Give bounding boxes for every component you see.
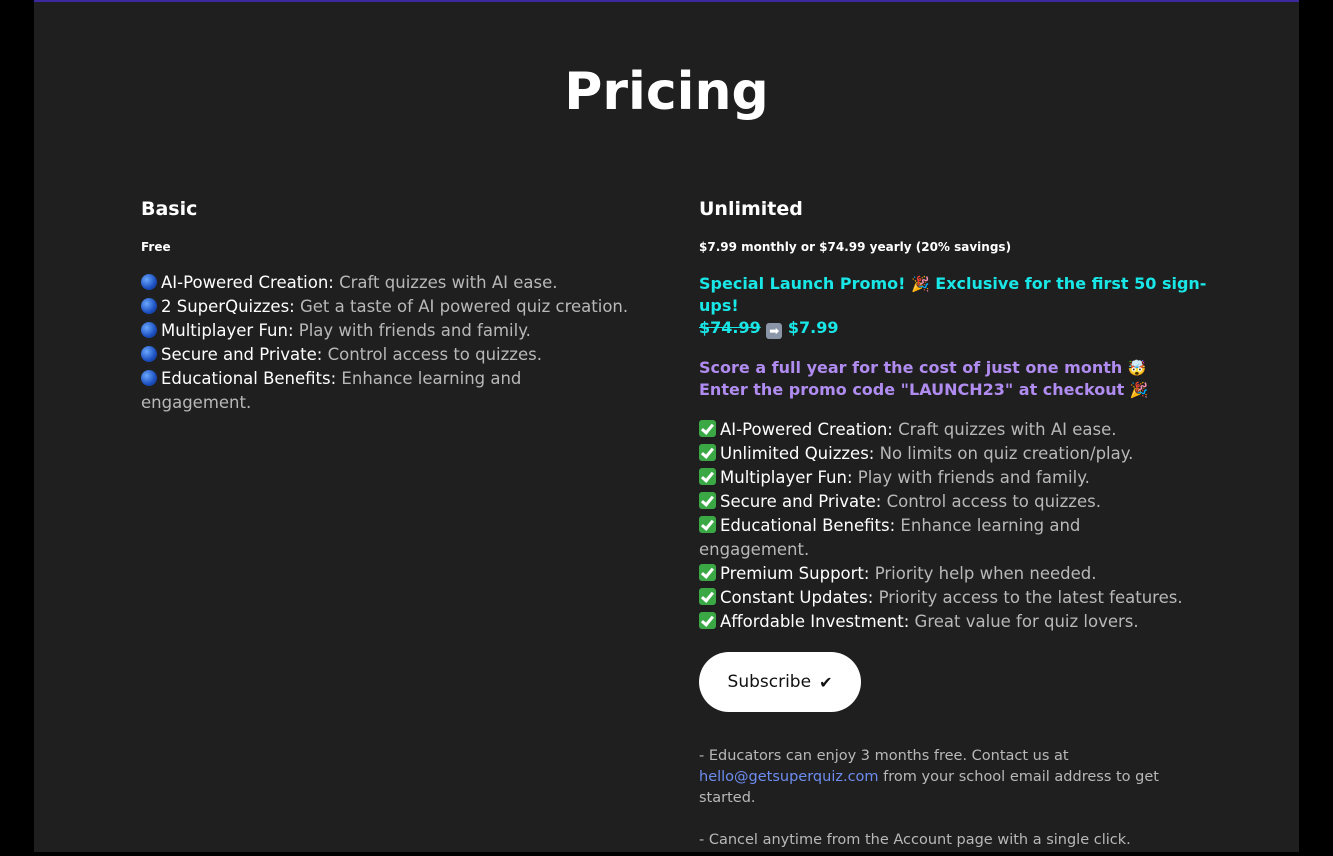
list-item: Affordable Investment: Great value for q… [699, 610, 1219, 634]
plan-notes: - Educators can enjoy 3 months free. Con… [699, 746, 1169, 851]
check-mark-icon [699, 612, 716, 629]
plan-price-unlimited: $7.99 monthly or $74.99 yearly (20% savi… [699, 240, 1012, 254]
check-mark-icon [699, 516, 716, 533]
list-item: Constant Updates: Priority access to the… [699, 586, 1219, 610]
check-mark-icon [699, 420, 716, 437]
list-item: Secure and Private: Control access to qu… [699, 490, 1219, 514]
list-item: Educational Benefits: Enhance learning a… [141, 369, 522, 412]
subscribe-button[interactable]: Subscribe ✔ [699, 652, 861, 712]
blue-circle-icon [141, 298, 157, 314]
list-item: AI-Powered Creation: Craft quizzes with … [699, 418, 1219, 442]
plan-unlimited: Unlimited $7.99 monthly or $74.99 yearly… [699, 197, 1219, 851]
subscribe-label: Subscribe [727, 672, 812, 692]
educator-note: - Educators can enjoy 3 months free. Con… [699, 748, 1159, 806]
plan-basic: Basic Free AI-Powered Creation: Craft qu… [141, 197, 641, 415]
list-item: Multiplayer Fun: Play with friends and f… [141, 319, 641, 343]
plan-price-basic: Free [141, 240, 171, 254]
plan-name-unlimited: Unlimited [699, 198, 803, 220]
blue-circle-icon [141, 274, 157, 290]
plan-name-basic: Basic [141, 198, 198, 220]
old-price: $74.99 [699, 318, 761, 337]
promo-banner: Special Launch Promo! 🎉 Exclusive for th… [699, 274, 1207, 339]
check-mark-icon [699, 444, 716, 461]
check-icon: ✔ [819, 672, 833, 692]
blue-circle-icon [141, 322, 157, 338]
list-item: Unlimited Quizzes: No limits on quiz cre… [699, 442, 1219, 466]
mind-blown-icon: 🤯 [1127, 359, 1147, 377]
feature-list-unlimited: AI-Powered Creation: Craft quizzes with … [699, 418, 1219, 634]
list-item: Educational Benefits: Enhance learning a… [699, 516, 1081, 559]
party-popper-icon: 🎉 [911, 275, 930, 293]
blue-circle-icon [141, 370, 157, 386]
list-item: 2 SuperQuizzes: Get a taste of AI powere… [141, 295, 641, 319]
promo-code-note: Score a full year for the cost of just o… [699, 358, 1149, 399]
feature-list-basic: AI-Powered Creation: Craft quizzes with … [141, 271, 641, 415]
right-arrow-icon: ➡ [766, 323, 783, 339]
new-price: $7.99 [782, 318, 839, 337]
list-item: Secure and Private: Control access to qu… [141, 343, 641, 367]
email-link[interactable]: hello@getsuperquiz.com [699, 769, 879, 785]
page-title: Pricing [564, 62, 769, 122]
pricing-panel: Pricing Basic Free AI-Powered Creation: … [34, 0, 1299, 852]
check-mark-icon [699, 564, 716, 581]
check-mark-icon [699, 468, 716, 485]
blue-circle-icon [141, 346, 157, 362]
list-item: Multiplayer Fun: Play with friends and f… [699, 466, 1219, 490]
list-item: AI-Powered Creation: Craft quizzes with … [141, 271, 641, 295]
party-popper-icon: 🎉 [1129, 381, 1149, 399]
list-item: Premium Support: Priority help when need… [699, 562, 1219, 586]
cancel-note: - Cancel anytime from the Account page w… [699, 832, 1131, 848]
check-mark-icon [699, 492, 716, 509]
check-mark-icon [699, 588, 716, 605]
